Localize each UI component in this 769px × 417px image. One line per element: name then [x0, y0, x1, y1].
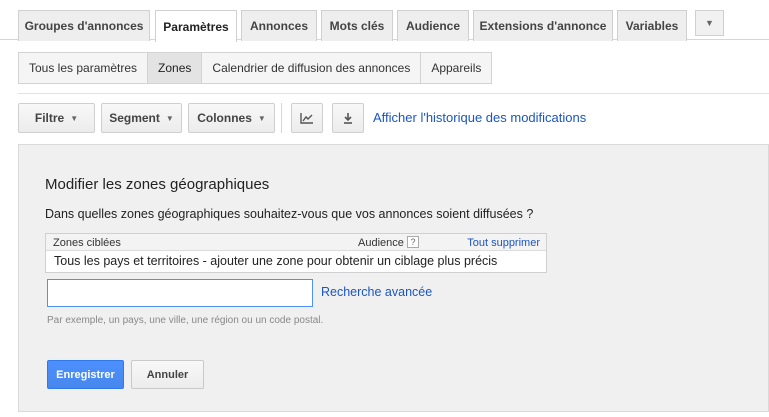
subtab-tous-parametres[interactable]: Tous les paramètres — [19, 53, 149, 83]
top-tab-bar: Groupes d'annonces Paramètres Annonces M… — [0, 0, 769, 42]
tabs-more-button[interactable]: ▼ — [695, 10, 724, 36]
search-hint: Par exemple, un pays, une ville, une rég… — [47, 315, 324, 326]
subtab-appareils[interactable]: Appareils — [421, 53, 491, 83]
chevron-down-icon: ▼ — [705, 18, 714, 28]
chart-button[interactable] — [291, 103, 323, 133]
clear-all-link[interactable]: Tout supprimer — [467, 237, 540, 249]
save-button[interactable]: Enregistrer — [47, 360, 124, 389]
filter-button[interactable]: Filtre ▼ — [18, 103, 95, 133]
toolbar-separator — [281, 103, 282, 133]
line-chart-icon — [300, 113, 313, 124]
tab-audience[interactable]: Audience — [397, 10, 469, 41]
tab-annonces[interactable]: Annonces — [241, 10, 317, 41]
table-header: Zones ciblées Audience ? Tout supprimer — [46, 234, 546, 251]
tab-variables[interactable]: Variables — [617, 10, 687, 41]
location-search-input[interactable] — [47, 279, 313, 307]
subtab-calendrier-diffusion[interactable]: Calendrier de diffusion des annonces — [202, 53, 422, 83]
download-button[interactable] — [332, 103, 364, 133]
column-audience: Audience — [358, 237, 404, 249]
column-targeted-locations: Zones ciblées — [53, 237, 121, 249]
edit-locations-panel: Modifier les zones géographiques Dans qu… — [18, 144, 769, 412]
panel-question: Dans quelles zones géographiques souhait… — [45, 207, 534, 221]
columns-button[interactable]: Colonnes ▼ — [188, 103, 275, 133]
tab-extensions-annonce[interactable]: Extensions d'annonce — [473, 10, 613, 41]
segment-button-label: Segment — [109, 111, 160, 125]
panel-title: Modifier les zones géographiques — [45, 176, 270, 193]
caret-down-icon: ▼ — [165, 113, 174, 123]
columns-button-label: Colonnes — [197, 111, 252, 125]
tab-parametres[interactable]: Paramètres — [155, 10, 237, 42]
change-history-link[interactable]: Afficher l'historique des modifications — [373, 110, 586, 125]
targeted-locations-table: Zones ciblées Audience ? Tout supprimer … — [45, 233, 547, 273]
settings-subtabs: Tous les paramètres Zones Calendrier de … — [18, 52, 493, 84]
tab-mots-cles[interactable]: Mots clés — [321, 10, 393, 41]
subtab-zones[interactable]: Zones — [148, 53, 203, 83]
segment-button[interactable]: Segment ▼ — [101, 103, 182, 133]
cancel-button[interactable]: Annuler — [131, 360, 204, 389]
filter-button-label: Filtre — [34, 111, 65, 125]
download-icon — [344, 113, 352, 124]
caret-down-icon: ▼ — [70, 113, 79, 123]
caret-down-icon: ▼ — [257, 113, 266, 123]
help-icon[interactable]: ? — [407, 236, 419, 248]
advanced-search-link[interactable]: Recherche avancée — [321, 285, 432, 299]
table-row: Tous les pays et territoires - ajouter u… — [54, 254, 498, 268]
tab-groupes-annonces[interactable]: Groupes d'annonces — [18, 10, 150, 41]
divider — [18, 93, 769, 94]
